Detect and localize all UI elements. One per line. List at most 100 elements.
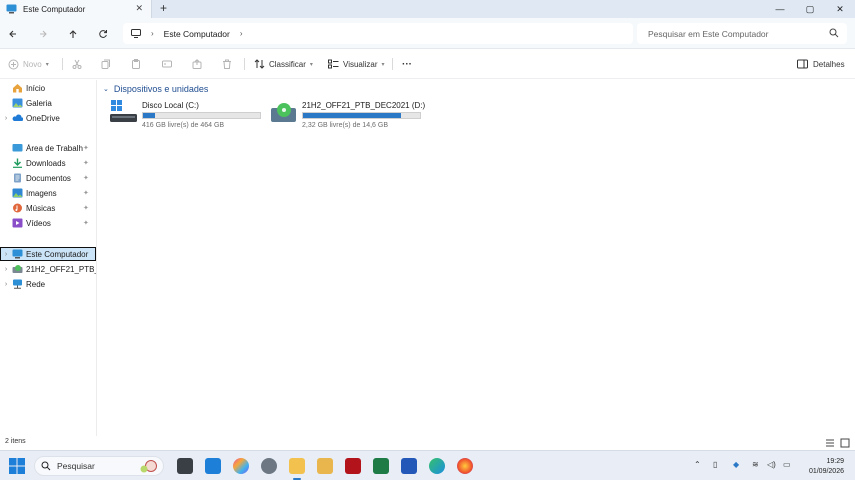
windows-start-icon[interactable] (9, 458, 25, 474)
tab-title: Este Computador (23, 4, 86, 14)
usb-device-icon[interactable]: ▯ (713, 460, 717, 469)
documents-folder-icon (14, 173, 21, 183)
rename-icon (162, 60, 172, 68)
pin-icon[interactable]: ✦ (83, 144, 93, 152)
maximize-button[interactable]: ▢ (795, 0, 825, 18)
drive-usage-bar (142, 112, 261, 119)
pin-icon[interactable]: ✦ (83, 189, 93, 197)
share-button[interactable] (192, 57, 202, 71)
copy-button[interactable] (101, 57, 111, 71)
refresh-button[interactable] (95, 26, 111, 42)
sidebar-item-documentos[interactable]: Documentos ✦ (0, 171, 96, 185)
close-button[interactable]: ✕ (825, 0, 855, 18)
details-label: Detalhes (813, 59, 845, 69)
drive-item-c[interactable]: Disco Local (C:) 416 GB livre(s) de 464 … (110, 100, 270, 132)
file-explorer-icon[interactable] (289, 458, 305, 474)
widgets-icon[interactable] (205, 458, 221, 474)
sidebar-item-musicas[interactable]: Músicas ✦ (0, 201, 96, 215)
taskbar-search-placeholder: Pesquisar (57, 461, 95, 471)
drive-item-d[interactable]: 21H2_OFF21_PTB_DEC2021 (D:) 2,32 GB livr… (270, 100, 430, 132)
sidebar-item-downloads[interactable]: Downloads ✦ (0, 156, 96, 170)
search-input[interactable]: Pesquisar em Este Computador (637, 23, 847, 44)
sidebar-item-galeria[interactable]: Galeria (0, 96, 96, 110)
media-player-icon[interactable] (317, 458, 333, 474)
sidebar-item-rede[interactable]: › Rede (0, 277, 96, 291)
sidebar-item-label: Documentos (26, 173, 71, 183)
details-view-icon[interactable] (825, 438, 835, 448)
new-button[interactable]: Novo ▾ (8, 57, 49, 71)
new-label: Novo (23, 59, 42, 69)
forward-button[interactable] (35, 26, 51, 42)
battery-icon[interactable]: ▭ (783, 460, 791, 469)
sidebar-item-onedrive[interactable]: › OneDrive (0, 111, 96, 125)
pictures-folder-icon (12, 188, 23, 198)
tiles-view-icon[interactable] (840, 438, 850, 448)
acrobat-icon[interactable] (345, 458, 361, 474)
sidebar-item-dvd-drive[interactable]: › 21H2_OFF21_PTB_DEC2021 (D:) (0, 262, 96, 276)
sidebar-item-este-computador[interactable]: › Este Computador (0, 247, 96, 261)
sidebar-item-imagens[interactable]: Imagens ✦ (0, 186, 96, 200)
sidebar-item-videos[interactable]: Vídeos ✦ (0, 216, 96, 230)
sidebar-item-label: Início (26, 83, 46, 93)
this-pc-icon (6, 4, 17, 14)
clock-time: 19:29 (826, 458, 844, 465)
plus-circle-icon (8, 59, 19, 69)
cut-button[interactable] (72, 57, 82, 71)
wifi-icon[interactable]: ≋ (752, 460, 759, 469)
word-icon[interactable] (401, 458, 417, 474)
task-view-icon[interactable] (177, 458, 193, 474)
details-button[interactable]: Detalhes (797, 57, 845, 71)
sidebar-item-label: Galeria (26, 98, 52, 108)
sidebar-item-inicio[interactable]: Início (0, 81, 96, 95)
delete-button[interactable] (222, 57, 232, 71)
drive-free-space: 2,32 GB livre(s) de 14,6 GB (302, 122, 388, 129)
chevron-down-icon: ⌄ (103, 86, 109, 93)
taskbar: Pesquisar ⌃ ▯ ◆ ≋ ◁) ▭ 19:29 01/09/2026 (0, 450, 855, 480)
command-bar: Novo ▾ Classificar ▾ Visualizar ▾ ··· De… (0, 49, 855, 79)
chevron-up-icon[interactable]: ⌃ (694, 460, 701, 469)
search-placeholder: Pesquisar em Este Computador (648, 28, 769, 39)
taskbar-search-input[interactable]: Pesquisar (34, 456, 164, 476)
sidebar-item-label: Este Computador (26, 249, 89, 259)
view-button[interactable]: Visualizar ▾ (328, 57, 385, 71)
sidebar-item-area-de-trabalho[interactable]: Área de Trabalho ✦ (0, 141, 96, 155)
firefox-icon[interactable] (457, 458, 473, 474)
title-bar: Este Computador ✕ + — ▢ ✕ (0, 0, 855, 18)
pin-icon[interactable]: ✦ (83, 174, 93, 182)
search-highlight-icon (140, 460, 157, 473)
copy-icon (101, 59, 110, 69)
security-shield-icon[interactable]: ◆ (733, 460, 739, 469)
search-icon (41, 461, 51, 471)
sort-button[interactable]: Classificar ▾ (254, 57, 313, 71)
view-label: Visualizar (343, 59, 378, 69)
rename-button[interactable] (162, 57, 172, 71)
breadcrumb-chevron[interactable]: › (240, 29, 243, 38)
copilot-icon[interactable] (233, 458, 249, 474)
view-list-icon (328, 59, 339, 69)
address-bar[interactable]: › Este Computador › (123, 23, 633, 44)
clock[interactable]: 19:29 01/09/2026 (809, 457, 844, 477)
pin-icon[interactable]: ✦ (83, 204, 93, 212)
more-options-button[interactable]: ··· (402, 57, 412, 71)
tab-close-button[interactable]: ✕ (135, 3, 143, 14)
breadcrumb-location[interactable]: Este Computador (164, 29, 230, 39)
paste-button[interactable] (131, 57, 141, 71)
minimize-button[interactable]: — (765, 0, 795, 18)
clock-date: 01/09/2026 (808, 468, 844, 475)
edge-icon[interactable] (429, 458, 445, 474)
pin-icon[interactable]: ✦ (83, 159, 93, 167)
up-button[interactable] (65, 26, 81, 42)
onedrive-icon (12, 114, 23, 121)
drive-name: Disco Local (C:) (142, 101, 199, 110)
volume-icon[interactable]: ◁) (767, 460, 776, 469)
sidebar-item-label: Área de Trabalho (26, 143, 83, 153)
section-header-devices[interactable]: ⌄ Dispositivos e unidades (103, 84, 208, 94)
back-button[interactable] (5, 26, 21, 42)
settings-gear-icon[interactable] (261, 458, 277, 474)
item-count: 2 itens (5, 438, 26, 445)
pin-icon[interactable]: ✦ (83, 219, 93, 227)
desktop-folder-icon (12, 144, 23, 152)
tab-este-computador[interactable]: Este Computador ✕ (0, 0, 152, 18)
new-tab-button[interactable]: + (160, 1, 167, 15)
excel-icon[interactable] (373, 458, 389, 474)
